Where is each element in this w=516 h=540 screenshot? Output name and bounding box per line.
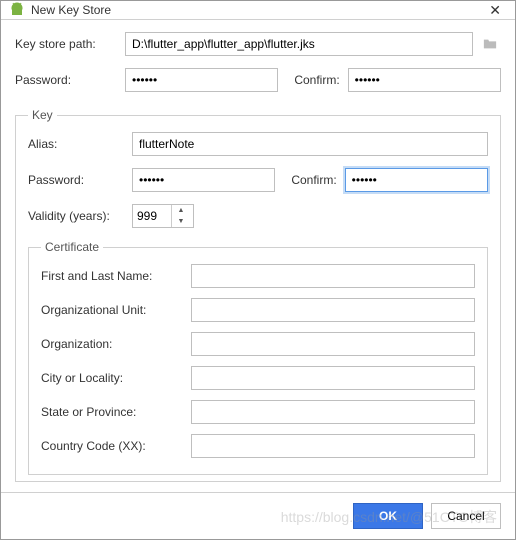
validity-spinner[interactable]: ▲ ▼ [132, 204, 194, 228]
folder-icon [483, 37, 497, 51]
org-row: Organization: [41, 332, 475, 356]
first-last-row: First and Last Name: [41, 264, 475, 288]
org-input[interactable] [191, 332, 475, 356]
validity-label: Validity (years): [28, 209, 132, 223]
city-input[interactable] [191, 366, 475, 390]
spinner-up-icon[interactable]: ▲ [172, 205, 190, 216]
android-logo-icon [9, 2, 25, 18]
certificate-legend: Certificate [41, 240, 103, 254]
ou-input[interactable] [191, 298, 475, 322]
spinner-buttons: ▲ ▼ [171, 205, 190, 227]
keystore-password-row: Password: Confirm: [15, 68, 501, 92]
first-last-label: First and Last Name: [41, 269, 191, 283]
keystore-confirm-input[interactable] [348, 68, 501, 92]
state-label: State or Province: [41, 405, 191, 419]
country-label: Country Code (XX): [41, 439, 191, 453]
alias-input[interactable] [132, 132, 488, 156]
city-label: City or Locality: [41, 371, 191, 385]
validity-input[interactable] [133, 205, 171, 227]
country-row: Country Code (XX): [41, 434, 475, 458]
keystore-password-input[interactable] [125, 68, 278, 92]
key-confirm-label: Confirm: [291, 173, 336, 187]
key-password-label: Password: [28, 173, 132, 187]
window-title: New Key Store [31, 3, 483, 17]
dialog-content: Key store path: Password: Confirm: Key A… [1, 20, 515, 492]
key-fieldset: Key Alias: Password: Confirm: Validity (… [15, 108, 501, 482]
titlebar: New Key Store ✕ [1, 1, 515, 20]
browse-folder-button[interactable] [479, 33, 501, 55]
cancel-button[interactable]: Cancel [431, 503, 501, 529]
city-row: City or Locality: [41, 366, 475, 390]
spinner-down-icon[interactable]: ▼ [172, 216, 190, 227]
key-legend: Key [28, 108, 57, 122]
org-label: Organization: [41, 337, 191, 351]
keystore-confirm-label: Confirm: [294, 73, 339, 87]
state-row: State or Province: [41, 400, 475, 424]
alias-row: Alias: [28, 132, 488, 156]
country-input[interactable] [191, 434, 475, 458]
state-input[interactable] [191, 400, 475, 424]
first-last-input[interactable] [191, 264, 475, 288]
dialog-footer: OK Cancel [1, 492, 515, 539]
keystore-path-row: Key store path: [15, 32, 501, 56]
ok-button[interactable]: OK [353, 503, 423, 529]
keystore-path-input[interactable] [125, 32, 473, 56]
keystore-password-label: Password: [15, 73, 125, 87]
key-password-row: Password: Confirm: [28, 168, 488, 192]
key-confirm-input[interactable] [345, 168, 488, 192]
certificate-fieldset: Certificate First and Last Name: Organiz… [28, 240, 488, 475]
alias-label: Alias: [28, 137, 132, 151]
validity-row: Validity (years): ▲ ▼ [28, 204, 488, 228]
keystore-path-label: Key store path: [15, 37, 125, 51]
ou-row: Organizational Unit: [41, 298, 475, 322]
key-password-input[interactable] [132, 168, 275, 192]
ou-label: Organizational Unit: [41, 303, 191, 317]
close-icon[interactable]: ✕ [483, 2, 507, 19]
